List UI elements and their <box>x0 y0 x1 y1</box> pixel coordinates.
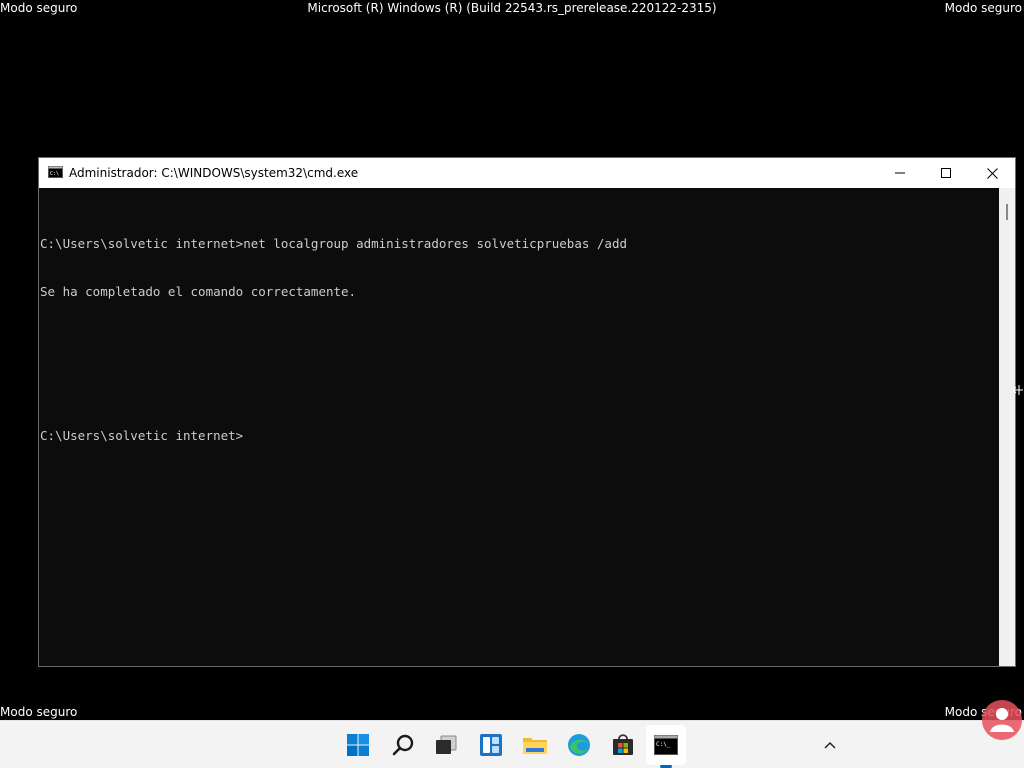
maximize-icon <box>941 168 951 178</box>
widgets-button[interactable] <box>476 730 506 760</box>
chevron-up-icon[interactable] <box>820 735 840 755</box>
svg-text:C:\_: C:\_ <box>656 741 671 748</box>
store-icon <box>613 734 633 755</box>
console-line: C:\Users\solvetic internet>net localgrou… <box>40 236 627 251</box>
task-view-button[interactable] <box>431 730 461 760</box>
safe-mode-label-top-right: Modo seguro <box>944 1 1022 15</box>
build-title: Microsoft (R) Windows (R) (Build 22543.r… <box>307 1 717 15</box>
console-output[interactable]: C:\Users\solvetic internet>net localgrou… <box>39 188 999 666</box>
edge-button[interactable] <box>564 730 594 760</box>
file-explorer-icon <box>523 738 547 754</box>
minimize-icon <box>895 172 905 174</box>
vertical-scrollbar[interactable] <box>999 188 1015 666</box>
logo-watermark-icon <box>982 700 1022 740</box>
close-icon <box>986 167 998 179</box>
file-explorer-button[interactable] <box>520 730 550 760</box>
cmd-window[interactable]: C:\ Administrador: C:\WINDOWS\system32\c… <box>38 157 1016 667</box>
resize-cursor-icon <box>1012 385 1023 395</box>
edge-icon <box>568 734 590 756</box>
scrollbar-thumb[interactable] <box>1006 204 1008 220</box>
cmd-icon: C:\_ <box>654 735 678 755</box>
window-title: Administrador: C:\WINDOWS\system32\cmd.e… <box>69 166 359 180</box>
console-line: Se ha completado el comando correctament… <box>40 284 357 299</box>
search-icon <box>392 734 414 756</box>
close-button[interactable] <box>969 158 1015 188</box>
start-button[interactable] <box>343 730 373 760</box>
start-icon <box>347 734 369 756</box>
search-button[interactable] <box>388 730 418 760</box>
cmd-icon: C:\ <box>48 166 63 178</box>
widgets-icon <box>480 734 502 756</box>
safe-mode-label-bottom-left: Modo seguro <box>0 705 78 719</box>
store-button[interactable] <box>608 730 638 760</box>
task-view-icon <box>436 735 457 754</box>
svg-text:C:\: C:\ <box>50 171 59 177</box>
maximize-button[interactable] <box>923 158 969 188</box>
console-prompt: C:\Users\solvetic internet> <box>40 428 244 443</box>
window-titlebar[interactable]: C:\ Administrador: C:\WINDOWS\system32\c… <box>39 158 1015 188</box>
taskbar: C:\_ <box>0 720 1024 768</box>
minimize-button[interactable] <box>877 158 923 188</box>
taskbar-cmd-button[interactable]: C:\_ <box>646 725 686 765</box>
